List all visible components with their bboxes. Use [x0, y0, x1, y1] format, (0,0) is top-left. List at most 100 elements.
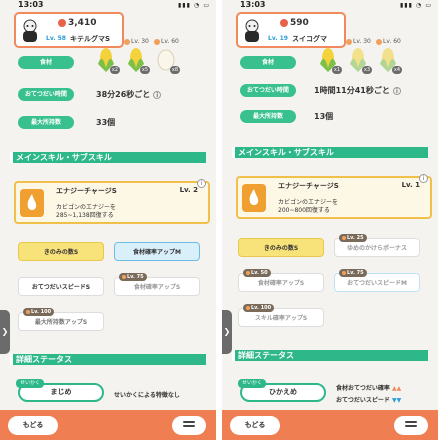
subskill-label: スキル確率アップS: [254, 315, 308, 322]
level-dot-icon: [342, 270, 346, 275]
ingredient-count: x2: [110, 66, 120, 74]
ingredient-count: x5: [140, 66, 150, 74]
menu-button[interactable]: [394, 416, 428, 435]
level-dot-icon: [246, 270, 250, 275]
section-header-skills: メインスキル・サブスキル: [232, 147, 428, 158]
skill-desc-line: 200~800回復する: [278, 207, 330, 214]
ingredient-item[interactable]: Lv. 60 x4: [374, 38, 402, 76]
subskill-label: ゆめのかけらボーナス: [346, 245, 407, 252]
pokemon-level: Lv. 58: [46, 35, 66, 42]
strength-value: 3,410: [58, 18, 96, 28]
side-drawer-handle[interactable]: ❯: [0, 310, 10, 354]
bottom-bar: もどる: [222, 410, 438, 440]
strength-text: 590: [290, 18, 309, 28]
bottom-bar: もどる: [0, 410, 216, 440]
level-dot-icon: [122, 274, 126, 279]
level-dot-icon: [246, 305, 250, 310]
stat-label-help-time: おてつだい時間: [18, 88, 74, 101]
unlock-level-tag: Lv. 100: [23, 308, 55, 316]
ingredient-item[interactable]: Lv. 60 x8: [152, 38, 180, 76]
section-header-skills: メインスキル・サブスキル: [10, 152, 206, 163]
subskill-button-locked[interactable]: Lv. 75 おてつだいスピードM: [334, 269, 420, 292]
back-button[interactable]: もどる: [230, 416, 280, 435]
strength-value: 590: [280, 18, 309, 28]
stat-value-max-carry: 13個: [314, 112, 334, 121]
nature-tag: せいかく: [16, 379, 45, 388]
ingredient-item[interactable]: x1: [314, 38, 342, 76]
ingredient-item[interactable]: x2: [92, 38, 120, 76]
help-time-text: 1時間11分41秒ごと: [314, 86, 390, 95]
status-bar: 13:03 ▮▮▮ ◔ ▭: [222, 0, 438, 12]
main-skill-card[interactable]: エナジーチャージS Lv. 1 カビゴンのエナジーを 200~800回復する i: [236, 174, 432, 219]
pokemon-avatar-icon: [23, 19, 37, 42]
subskill-label: おてつだいスピードM: [347, 280, 407, 287]
unlock-level-tag: Lv. 75: [339, 269, 367, 277]
status-bar: 13:03 ▮▮▮ ◔ ▭: [0, 0, 216, 12]
unlock-level-tag: Lv. 25: [339, 234, 367, 242]
info-icon[interactable]: i: [419, 174, 428, 183]
pokemon-level: Lv. 19: [268, 35, 288, 42]
subskill-button-locked[interactable]: Lv. 25 ゆめのかけらボーナス: [334, 234, 420, 257]
nature-effect: せいかくによる特徴なし: [114, 392, 180, 399]
ingredient-count: x1: [332, 66, 342, 74]
info-icon[interactable]: i: [392, 86, 401, 95]
pokemon-detail-panel-left: 13:03 ▮▮▮ ◔ ▭ 3,410 Lv. 58 キテルグマS x2 Lv.…: [0, 0, 216, 440]
status-icons: ▮▮▮ ◔ ▭: [400, 2, 432, 9]
subskill-button[interactable]: 食材確率アップM: [114, 242, 200, 261]
unlock-level-tag: Lv. 50: [243, 269, 271, 277]
unlock-level-text: Lv. 75: [347, 270, 364, 276]
menu-button[interactable]: [172, 416, 206, 435]
nature-effect-text: おてつだいスピード: [336, 397, 390, 404]
back-button[interactable]: もどる: [8, 416, 58, 435]
nature-effect-down: おてつだいスピード ▼▼: [336, 395, 401, 404]
nature-effect-up: 食材おてつだい確率 ▲▲: [336, 383, 401, 392]
section-header-details: 詳細ステータス: [232, 350, 428, 361]
unlock-level-text: Lv. 50: [251, 270, 268, 276]
unlock-level-text: Lv. 100: [31, 309, 52, 315]
side-drawer-handle[interactable]: ❯: [222, 310, 232, 354]
info-icon[interactable]: i: [197, 179, 206, 188]
skill-desc-line: カビゴンのエナジーを: [56, 204, 117, 211]
subskill-button-locked[interactable]: Lv. 50 食材確率アップS: [238, 269, 324, 292]
stat-value-help-time: 1時間11分41秒ごと i: [314, 84, 401, 97]
skill-desc-line: カビゴンのエナジーを: [278, 199, 339, 206]
skill-description: カビゴンのエナジーを 200~800回復する: [278, 199, 338, 215]
info-icon[interactable]: i: [153, 90, 162, 99]
unlock-level-text: Lv. 25: [347, 235, 364, 241]
flame-icon: [242, 184, 266, 212]
skill-level: Lv. 2: [179, 186, 198, 194]
status-time: 13:03: [18, 0, 44, 9]
subskill-label: 食材確率アップS: [257, 280, 305, 287]
subskill-button[interactable]: きのみの数S: [18, 242, 104, 261]
stat-label-max-carry: 最大所持数: [240, 110, 296, 123]
subskill-button[interactable]: おてつだいスピードS: [18, 277, 104, 296]
main-skill-card[interactable]: エナジーチャージS Lv. 2 カビゴンのエナジーを 285~1,138回復する…: [14, 179, 210, 224]
strength-icon: [280, 18, 288, 27]
status-icons: ▮▮▮ ◔ ▭: [178, 2, 210, 9]
skill-desc-line: 285~1,138回復する: [56, 212, 114, 219]
stat-label-max-carry: 最大所持数: [18, 116, 74, 129]
stat-value-max-carry: 33個: [96, 118, 116, 127]
ingredient-item[interactable]: Lv. 30 x3: [344, 38, 372, 76]
subskill-button-locked[interactable]: Lv. 75 食材確率アップS: [114, 273, 200, 296]
pokemon-avatar-icon: [245, 19, 259, 42]
stat-label-ingredients: 食材: [240, 56, 296, 69]
ingredient-count: x8: [170, 66, 180, 74]
subskill-button-locked[interactable]: Lv. 100 最大所持数アップS: [18, 308, 104, 331]
subskill-button[interactable]: きのみの数S: [238, 238, 324, 257]
skill-name: エナジーチャージS: [56, 187, 117, 195]
skill-description: カビゴンのエナジーを 285~1,138回復する: [56, 204, 116, 220]
subskill-button-locked[interactable]: Lv. 100 スキル確率アップS: [238, 304, 324, 327]
subskill-label: 最大所持数アップS: [34, 319, 88, 326]
level-dot-icon: [26, 309, 30, 314]
help-time-text: 38分26秒ごと: [96, 90, 151, 99]
unlock-level-tag: Lv. 100: [243, 304, 275, 312]
ingredient-count: x4: [392, 66, 402, 74]
skill-name: エナジーチャージS: [278, 182, 339, 190]
skill-level: Lv. 1: [401, 181, 420, 189]
unlock-level-text: Lv. 75: [127, 274, 144, 280]
unlock-level-text: Lv. 100: [251, 305, 272, 311]
ingredient-item[interactable]: Lv. 30 x5: [122, 38, 150, 76]
status-time: 13:03: [240, 0, 266, 9]
nature-tag: せいかく: [238, 379, 267, 388]
